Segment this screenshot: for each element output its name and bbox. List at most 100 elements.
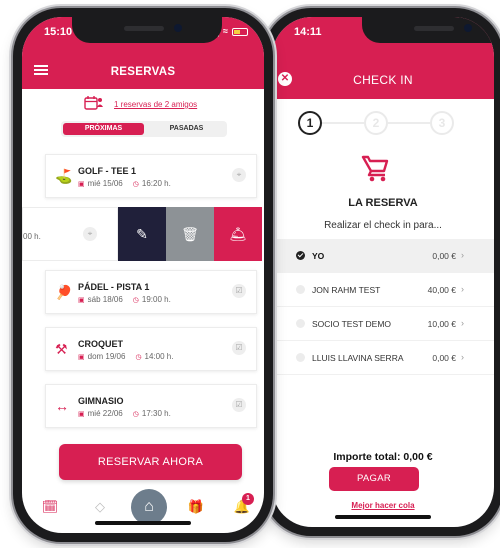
page-title: RESERVAS xyxy=(110,66,176,78)
step-3: 3 xyxy=(430,111,454,135)
phone-reservas: 15:10 ▂▄▆ ≈ RESERVAS 1 reservas de 2 ami… xyxy=(13,8,273,542)
step-1: 1 xyxy=(298,111,322,135)
chevron-right-icon: › xyxy=(461,284,464,294)
list-item[interactable]: JON RAHM TEST 40,00 € › xyxy=(272,273,494,307)
page-title: CHECK IN xyxy=(353,73,413,87)
bottom-tab-bar: 🗓 ◇ ⌂ 🎁 🔔 1 xyxy=(22,485,264,533)
reservation-meta: ▣ mié 15/06 ◷ 16:20 h. xyxy=(78,179,171,188)
player-price: 0,00 € xyxy=(432,251,456,261)
reservation-card[interactable]: ↔ GIMNASIO ▣ mié 22/06 ◷ 17:30 h. ☑ xyxy=(45,384,257,428)
reservation-meta: ▣ sáb 18/06 ◷ 19:00 h. xyxy=(78,295,171,304)
home-indicator xyxy=(95,521,191,525)
reservation-date: mié 22/06 xyxy=(87,409,123,418)
reservation-card[interactable]: ⚒ CROQUET ▣ dom 19/06 ◷ 14:00 h. ☑ xyxy=(45,327,257,371)
list-item[interactable]: YO 0,00 € › xyxy=(272,239,494,273)
chevron-right-icon: › xyxy=(461,318,464,328)
clock-icon: ◷ xyxy=(135,354,142,361)
calendar-icon: ▣ xyxy=(78,411,85,418)
radio-icon[interactable] xyxy=(296,353,305,362)
reservation-card[interactable]: ⛳ GOLF - TEE 1 ▣ mié 15/06 ◷ 16:20 h. ⌖ xyxy=(45,154,257,198)
location-icon[interactable]: ⌖ xyxy=(232,168,246,182)
pay-button[interactable]: PAGAR xyxy=(329,467,419,491)
friends-link[interactable]: 1 reservas de 2 amigos xyxy=(114,100,197,109)
player-price: 10,00 € xyxy=(427,319,456,329)
paddle-icon: 🏓 xyxy=(55,284,73,300)
radio-icon[interactable] xyxy=(296,319,305,328)
notch xyxy=(72,17,222,43)
cart-icon xyxy=(360,153,390,188)
battery-icon xyxy=(232,27,248,36)
radio-icon[interactable] xyxy=(296,285,305,294)
player-name: JON RAHM TEST xyxy=(312,285,381,295)
players-list: YO 0,00 € › JON RAHM TEST 40,00 € › SOCI… xyxy=(272,239,494,375)
location-icon[interactable]: ⌖ xyxy=(83,227,97,241)
total-value: 0,00 € xyxy=(403,451,433,463)
gym-icon: ↔ xyxy=(55,398,69,414)
calendar-icon: ▣ xyxy=(78,297,85,304)
clock-icon: ◷ xyxy=(132,297,139,304)
reservation-time: 19:00 h. xyxy=(141,295,171,304)
reservation-time: 17:30 h. xyxy=(141,409,171,418)
clock-icon: ◷ xyxy=(132,181,139,188)
reservation-card[interactable]: 🏓 PÁDEL - PISTA 1 ▣ sáb 18/06 ◷ 19:00 h. ☑ xyxy=(45,270,257,314)
reservas-screen: 15:10 ▂▄▆ ≈ RESERVAS 1 reservas de 2 ami… xyxy=(22,17,264,533)
reservation-date: dom 19/06 xyxy=(87,352,126,361)
checkin-hint: Realizar el check in para... xyxy=(324,220,442,231)
checkin-icon[interactable]: ☑ xyxy=(232,284,246,298)
checkin-screen: 14:11 ▂▄▆ ≈ ✕ CHECK IN 1 2 3 LA R xyxy=(272,17,494,527)
total-label: Importe total: xyxy=(333,451,401,463)
tab-proximas[interactable]: PRÓXIMAS xyxy=(63,123,144,135)
step-connector xyxy=(322,122,364,124)
chevron-right-icon: › xyxy=(461,250,464,260)
status-time: 15:10 xyxy=(44,26,73,38)
player-name: YO xyxy=(312,251,325,261)
notification-badge: 1 xyxy=(242,493,254,505)
trash-icon[interactable]: 🗑 xyxy=(166,207,214,261)
list-item[interactable]: LLUIS LLAVINA SERRA 0,00 € › xyxy=(272,341,494,375)
reservation-time: 14:00 h. xyxy=(144,352,174,361)
reservation-card-partial[interactable]: 00 h. ⌖ xyxy=(22,207,118,261)
checkin-icon[interactable]: ☑ xyxy=(232,341,246,355)
phone-checkin: 14:11 ▂▄▆ ≈ ✕ CHECK IN 1 2 3 LA R xyxy=(263,8,500,536)
checkin-icon[interactable]: ☑ xyxy=(232,398,246,412)
reservation-title: CROQUET xyxy=(78,339,123,349)
reservation-time: 00 h. xyxy=(23,232,41,241)
reservation-meta: ▣ dom 19/06 ◷ 14:00 h. xyxy=(78,352,173,361)
reservation-date: sáb 18/06 xyxy=(87,295,123,304)
golf-icon: ⛳ xyxy=(55,168,73,184)
reservation-title: GIMNASIO xyxy=(78,396,124,406)
step-connector xyxy=(388,122,430,124)
tab-pasadas[interactable]: PASADAS xyxy=(146,121,227,137)
bell-service-icon[interactable]: 🛎 xyxy=(214,207,262,261)
gift-icon[interactable]: 🎁 xyxy=(186,499,206,515)
stepper: 1 2 3 xyxy=(298,111,454,137)
edit-icon[interactable]: ✎ xyxy=(118,207,166,261)
clock-icon: ◷ xyxy=(132,411,139,418)
check-icon[interactable] xyxy=(296,251,305,260)
status-time: 14:11 xyxy=(294,26,322,38)
list-item[interactable]: SOCIO TEST DEMO 10,00 € › xyxy=(272,307,494,341)
calendar-icon: ▣ xyxy=(78,181,85,188)
notch xyxy=(362,17,494,43)
calendar-friends-icon xyxy=(84,96,103,110)
step-2: 2 xyxy=(364,111,388,135)
stage: 14:11 ▂▄▆ ≈ ✕ CHECK IN 1 2 3 LA R xyxy=(0,0,500,548)
swiped-card: 00 h. ⌖ ✎ 🗑 🛎 xyxy=(22,207,264,261)
player-price: 40,00 € xyxy=(427,285,456,295)
book-now-button[interactable]: RESERVAR AHORA xyxy=(59,444,242,480)
friends-reservations[interactable]: 1 reservas de 2 amigos xyxy=(84,95,197,113)
total-amount: Importe total: 0,00 € xyxy=(272,451,494,463)
queue-link[interactable]: Mejor hacer cola xyxy=(272,501,494,510)
player-price: 0,00 € xyxy=(432,353,456,363)
reservation-title: GOLF - TEE 1 xyxy=(78,166,137,176)
home-icon[interactable]: ⌂ xyxy=(131,489,167,525)
reservation-title: PÁDEL - PISTA 1 xyxy=(78,282,150,292)
calendar-icon: ▣ xyxy=(78,354,85,361)
croquet-icon: ⚒ xyxy=(55,341,68,357)
reservation-meta: ▣ mié 22/06 ◷ 17:30 h. xyxy=(78,409,171,418)
calendar-icon[interactable]: 🗓 xyxy=(40,499,60,515)
home-indicator xyxy=(335,515,431,519)
reservation-time: 16:20 h. xyxy=(141,179,171,188)
ticket-icon[interactable]: ◇ xyxy=(90,499,110,515)
section-title: LA RESERVA xyxy=(348,197,418,209)
